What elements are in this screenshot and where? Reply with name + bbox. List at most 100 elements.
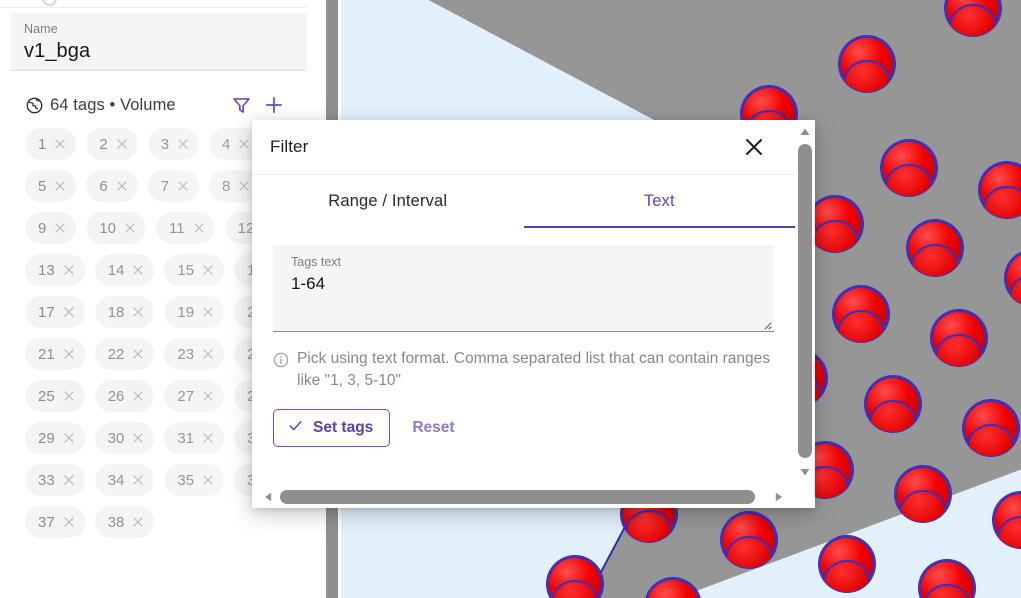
tags-text-value[interactable]: 1-64 (291, 272, 760, 296)
tag-chip-label: 11 (169, 219, 185, 237)
close-x-icon[interactable] (176, 137, 190, 151)
tag-chip-label: 10 (99, 219, 117, 237)
triangle-up-icon[interactable] (799, 126, 811, 138)
tag-chip[interactable]: 10 (86, 212, 147, 244)
tab-text[interactable]: Text (523, 175, 796, 228)
filter-dialog[interactable]: Filter Range / Interval Text Tags text 1… (252, 120, 815, 508)
close-x-icon[interactable] (123, 221, 137, 235)
tag-chip[interactable]: 30 (94, 422, 155, 454)
close-x-icon[interactable] (115, 179, 129, 193)
close-x-icon[interactable] (62, 389, 76, 403)
close-x-icon[interactable] (53, 179, 67, 193)
close-x-icon[interactable] (131, 305, 145, 319)
close-x-icon[interactable] (192, 221, 206, 235)
tag-chip[interactable]: 2 (86, 128, 138, 160)
close-x-icon[interactable] (53, 137, 67, 151)
dialog-vscroll-thumb[interactable] (798, 144, 812, 458)
close-x-icon[interactable] (62, 347, 76, 361)
tag-chip[interactable]: 31 (164, 422, 225, 454)
close-x-icon[interactable] (131, 263, 145, 277)
close-x-icon[interactable] (131, 389, 145, 403)
solder-ball (807, 196, 863, 252)
reset-button[interactable]: Reset (402, 409, 464, 447)
name-field-label: Name (24, 22, 58, 36)
close-x-icon[interactable] (201, 305, 215, 319)
close-x-icon[interactable] (201, 431, 215, 445)
dialog-hscroll-thumb[interactable] (280, 490, 755, 504)
tag-chip[interactable]: 22 (94, 338, 155, 370)
name-field[interactable]: Name v1_bga (10, 13, 307, 71)
tag-chip[interactable]: 19 (164, 296, 225, 328)
close-x-icon[interactable] (201, 263, 215, 277)
close-icon[interactable] (739, 132, 769, 162)
hint-row: Pick using text format. Comma separated … (252, 332, 795, 392)
tag-chip[interactable]: 37 (25, 506, 85, 538)
close-x-icon[interactable] (62, 431, 76, 445)
tag-chip-label: 27 (177, 387, 195, 405)
tag-chip[interactable]: 1 (25, 128, 77, 160)
tag-chip[interactable]: 11 (156, 212, 215, 244)
close-x-icon[interactable] (115, 137, 129, 151)
solder-ball (945, 0, 1001, 36)
close-x-icon[interactable] (176, 179, 190, 193)
tag-chip[interactable]: 5 (25, 170, 77, 202)
close-x-icon[interactable] (62, 305, 76, 319)
tag-chip[interactable]: 34 (94, 464, 155, 496)
tag-chip-label: 9 (38, 219, 47, 237)
close-x-icon[interactable] (201, 389, 215, 403)
triangle-left-icon[interactable] (262, 491, 274, 503)
solder-ball (963, 400, 1019, 456)
solder-ball (865, 376, 921, 432)
close-x-icon[interactable] (201, 473, 215, 487)
filter-funnel-icon[interactable] (228, 92, 254, 118)
solder-ball (907, 220, 963, 276)
close-x-icon[interactable] (131, 431, 145, 445)
tag-chip[interactable]: 6 (86, 170, 138, 202)
tag-chip[interactable]: 9 (25, 212, 77, 244)
close-x-icon[interactable] (237, 137, 251, 151)
dialog-vertical-scrollbar[interactable] (795, 120, 815, 488)
name-field-value: v1_bga (24, 40, 91, 62)
tag-chip[interactable]: 26 (94, 380, 155, 412)
close-x-icon[interactable] (131, 347, 145, 361)
tag-chip[interactable]: 25 (25, 380, 85, 412)
tag-chip[interactable]: 27 (164, 380, 225, 412)
tag-chip[interactable]: 3 (147, 128, 200, 160)
tag-chip[interactable]: 29 (25, 422, 85, 454)
tag-chip[interactable]: 18 (94, 296, 155, 328)
plus-icon[interactable] (261, 92, 287, 118)
close-x-icon[interactable] (62, 515, 76, 529)
triangle-down-icon[interactable] (799, 466, 811, 478)
dialog-horizontal-scrollbar[interactable] (252, 486, 815, 508)
set-tags-button[interactable]: Set tags (273, 409, 391, 447)
close-x-icon[interactable] (131, 515, 145, 529)
tag-chip-label: 38 (107, 513, 125, 531)
tag-chip[interactable]: 13 (25, 254, 85, 286)
close-x-icon[interactable] (131, 473, 145, 487)
close-x-icon[interactable] (237, 179, 251, 193)
tags-text-label: Tags text (291, 255, 342, 269)
tag-chip-label: 25 (38, 387, 55, 405)
tab-range-interval[interactable]: Range / Interval (252, 175, 524, 228)
tag-chip[interactable]: 21 (25, 338, 85, 370)
tag-chip-label: 30 (107, 429, 125, 447)
tag-chip[interactable]: 23 (164, 338, 225, 370)
tag-chip[interactable]: 35 (164, 464, 225, 496)
close-x-icon[interactable] (62, 473, 76, 487)
tag-chip[interactable]: 7 (147, 170, 200, 202)
set-tags-button-label: Set tags (313, 419, 374, 436)
close-x-icon[interactable] (62, 263, 76, 277)
close-x-icon[interactable] (201, 347, 215, 361)
tag-chip[interactable]: 14 (94, 254, 155, 286)
resize-grip-icon[interactable] (760, 317, 772, 330)
tags-text-input[interactable]: Tags text 1-64 (273, 245, 774, 332)
tag-chip-label: 3 (160, 135, 170, 153)
tag-chip[interactable]: 15 (164, 254, 225, 286)
tag-chip-label: 7 (160, 177, 170, 195)
tag-chip[interactable]: 38 (94, 506, 155, 538)
tags-text-field-wrap: Tags text 1-64 (252, 228, 795, 332)
close-x-icon[interactable] (53, 221, 67, 235)
tag-chip[interactable]: 33 (25, 464, 85, 496)
triangle-right-icon[interactable] (773, 491, 785, 503)
tag-chip[interactable]: 17 (25, 296, 85, 328)
